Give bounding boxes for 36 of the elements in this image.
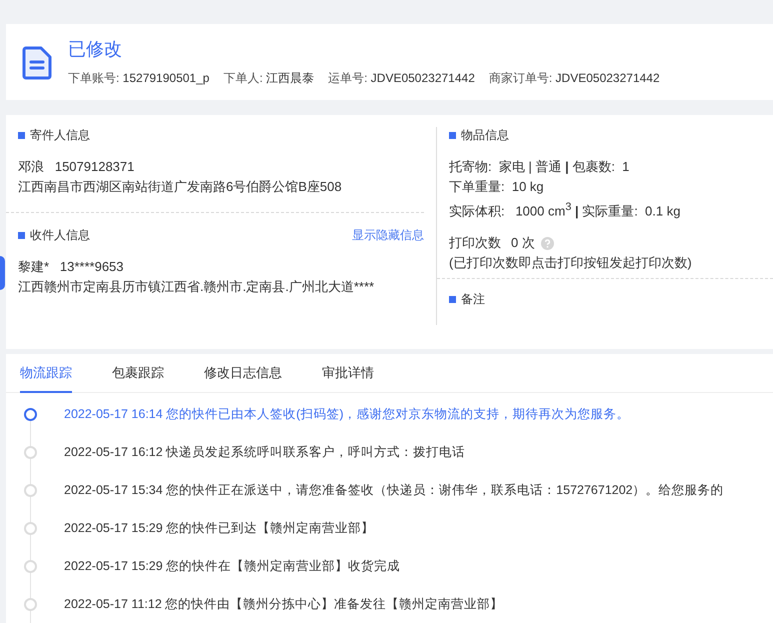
tab[interactable]: 修改日志信息 bbox=[204, 354, 282, 393]
side-handle[interactable] bbox=[0, 256, 5, 290]
receiver-contact: 黎建* 13****9653 bbox=[18, 258, 125, 276]
print-count-value: 0 次 bbox=[511, 234, 535, 252]
section-title: 备注 bbox=[461, 291, 485, 308]
tracking-event: 2022-05-17 15:29 您的快件在【赣州定南营业部】收货完成 bbox=[64, 558, 400, 574]
goods-detail: 实际体积: 1000 cm$^{3}$ | 实际重量: 0.1 kg bbox=[449, 200, 682, 220]
square-icon bbox=[449, 132, 456, 139]
tab[interactable]: 审批详情 bbox=[322, 354, 374, 393]
section-title: 物品信息 bbox=[461, 127, 509, 144]
tab[interactable]: 包裹跟踪 bbox=[112, 354, 164, 393]
order-field: 运单号: JDVE05023271442 bbox=[328, 70, 475, 87]
show-hidden-link[interactable]: 显示隐藏信息 bbox=[352, 227, 424, 244]
sender-address: 江西南昌市西湖区南站街道广发南路6号伯爵公馆B座508 bbox=[18, 178, 343, 196]
section-title: 寄件人信息 bbox=[30, 127, 90, 144]
order-field: 商家订单号: JDVE05023271442 bbox=[488, 70, 660, 87]
print-count-label: 打印次数 bbox=[449, 234, 501, 252]
receiver-address: 江西赣州市定南县历市镇江西省.赣州市.定南县.广州北大道**** bbox=[18, 278, 376, 296]
square-icon bbox=[18, 132, 25, 139]
tracking-event: 2022-05-17 15:34 您的快件正在派送中，请您准备签收（快递员：谢伟华，联系电话：15727671202）。给您服务的 bbox=[64, 482, 724, 498]
tracking-event: 2022-05-17 16:14 您的快件已由本人签收(扫码签)，感谢您对京东物流的支持，期待再次为您服务。 bbox=[64, 406, 630, 422]
order-field: 下单人: 江西晨泰 bbox=[223, 70, 314, 87]
goods-detail: 下单重量: 10 kg bbox=[449, 178, 545, 196]
tab[interactable]: 物流跟踪 bbox=[20, 354, 72, 393]
square-icon bbox=[449, 296, 456, 303]
goods-detail: 托寄物: 家电 | 普通 | 包裹数: 1 bbox=[449, 158, 630, 176]
document-icon bbox=[22, 46, 52, 80]
tracking-event: 2022-05-17 16:12 快递员发起系统呼叫联系客户，呼叫方式：拨打电话 bbox=[64, 444, 466, 460]
square-icon bbox=[18, 232, 25, 239]
print-count-note: (已打印次数即点击打印按钮发起打印次数) bbox=[449, 254, 693, 272]
tracking-event: 2022-05-17 15:29 您的快件已到达【赣州定南营业部】 bbox=[64, 520, 374, 536]
tracking-event: 2022-05-17 11:12 您的快件由【赣州分拣中心】准备发往【赣州定南营业部】 bbox=[64, 596, 504, 612]
order-field: 下单账号: 15279190501_p bbox=[68, 70, 210, 87]
sender-contact: 邓浪 15079128371 bbox=[18, 158, 136, 176]
section-title: 收件人信息 bbox=[30, 227, 90, 244]
order-status: 已修改 bbox=[68, 38, 123, 61]
